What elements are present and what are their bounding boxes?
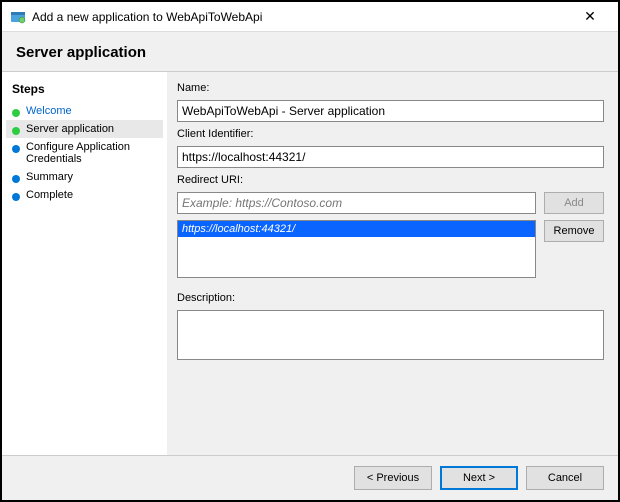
window-title: Add a new application to WebApiToWebApi (32, 10, 570, 24)
step-label: Complete (26, 189, 73, 201)
step-summary[interactable]: Summary (6, 168, 163, 186)
step-bullet-icon (12, 193, 20, 201)
step-bullet-icon (12, 145, 20, 153)
description-input[interactable] (177, 310, 604, 360)
cancel-button[interactable]: Cancel (526, 466, 604, 490)
next-button[interactable]: Next > (440, 466, 518, 490)
step-configure-credentials[interactable]: Configure Application Credentials (6, 138, 163, 168)
form-area: Name: Client Identifier: Redirect URI: A… (167, 72, 618, 455)
step-label: Summary (26, 171, 73, 183)
description-label: Description: (177, 292, 604, 304)
client-id-input[interactable] (177, 146, 604, 168)
step-bullet-icon (12, 175, 20, 183)
client-id-label: Client Identifier: (177, 128, 604, 140)
step-bullet-done-icon (12, 127, 20, 135)
previous-button[interactable]: < Previous (354, 466, 432, 490)
wizard-footer: < Previous Next > Cancel (2, 455, 618, 500)
step-label: Server application (26, 123, 114, 135)
step-label: Welcome (26, 105, 72, 117)
redirect-uri-item[interactable]: https://localhost:44321/ (178, 221, 535, 237)
add-button[interactable]: Add (544, 192, 604, 214)
close-icon[interactable]: ✕ (570, 8, 610, 25)
steps-heading: Steps (12, 82, 157, 96)
remove-button[interactable]: Remove (544, 220, 604, 242)
step-label: Configure Application Credentials (26, 141, 157, 165)
redirect-uri-label: Redirect URI: (177, 174, 604, 186)
step-complete[interactable]: Complete (6, 186, 163, 204)
name-label: Name: (177, 82, 604, 94)
page-heading: Server application (2, 32, 618, 72)
step-welcome[interactable]: Welcome (6, 102, 163, 120)
name-input[interactable] (177, 100, 604, 122)
titlebar: Add a new application to WebApiToWebApi … (2, 2, 618, 32)
wizard-window: Add a new application to WebApiToWebApi … (0, 0, 620, 502)
steps-sidebar: Steps Welcome Server application Configu… (2, 72, 167, 455)
step-server-application[interactable]: Server application (6, 120, 163, 138)
app-icon (10, 9, 26, 25)
redirect-uri-input[interactable] (177, 192, 536, 214)
step-bullet-done-icon (12, 109, 20, 117)
redirect-uri-list[interactable]: https://localhost:44321/ (177, 220, 536, 278)
